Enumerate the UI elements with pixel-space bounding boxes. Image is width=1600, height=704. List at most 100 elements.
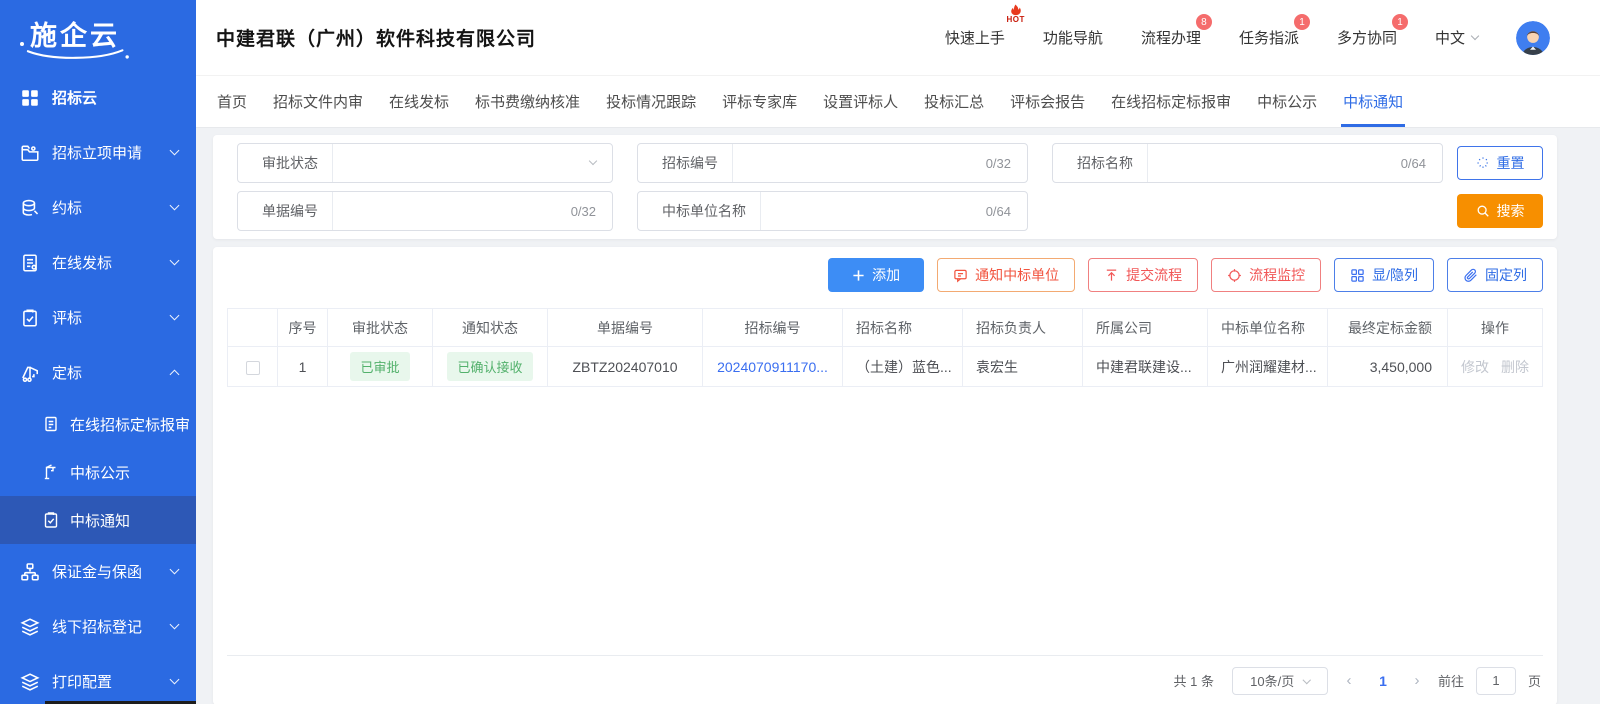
sidebar-item-award-notice[interactable]: 中标通知	[0, 496, 196, 544]
tender-name-input[interactable]: 招标名称 0/64	[1052, 143, 1443, 183]
process-monitor-button[interactable]: 流程监控	[1211, 258, 1322, 292]
tab-bid-summary[interactable]: 投标汇总	[911, 76, 997, 127]
upload-icon	[1106, 269, 1117, 281]
sidebar-item-award-publicity[interactable]: 中标公示	[0, 448, 196, 496]
sidebar-item-print-config[interactable]: 打印配置	[0, 654, 196, 704]
records-table: 序号 审批状态 通知状态 单据编号 招标编号 招标名称 招标负责人 所属公司 中…	[227, 308, 1543, 387]
delete-action[interactable]: 删除	[1501, 359, 1529, 375]
char-counter: 0/32	[570, 203, 596, 219]
chevron-down-icon	[169, 145, 180, 156]
nav-process-handling[interactable]: 8 流程办理	[1141, 14, 1212, 48]
tab-award-notice[interactable]: 中标通知	[1330, 76, 1416, 127]
search-button[interactable]: 搜索	[1457, 194, 1543, 228]
table-empty-space	[227, 387, 1543, 655]
tab-evaluation-report[interactable]: 评标会报告	[997, 76, 1098, 127]
message-icon	[954, 269, 967, 283]
prev-page-button[interactable]: ‹	[1336, 672, 1362, 689]
field-label: 招标名称	[1077, 155, 1133, 171]
add-button[interactable]: 添加	[828, 258, 925, 292]
tab-online-award-review[interactable]: 在线招标定标报审	[1098, 76, 1244, 127]
sidebar-item-evaluation[interactable]: 评标	[0, 290, 196, 345]
sidebar-item-bidding-cloud[interactable]: 招标云	[0, 70, 196, 125]
page-size-select[interactable]: 10条/页	[1231, 666, 1328, 695]
search-icon	[1477, 205, 1489, 217]
hot-flame-icon: HOT	[1007, 4, 1025, 24]
winner-name-input[interactable]: 中标单位名称 0/64	[637, 191, 1028, 231]
clipboard-check-icon	[23, 308, 37, 327]
hoist-icon	[44, 464, 56, 480]
goto-page-input[interactable]	[1475, 666, 1516, 695]
user-avatar[interactable]	[1516, 20, 1550, 55]
award-submenu: 在线招标定标报审 中标公示 中标通知	[0, 400, 196, 544]
cell-tender-name: （土建）蓝色...	[842, 346, 963, 387]
sidebar-item-project-apply[interactable]: 招标立项申请	[0, 125, 196, 180]
col-actions: 操作	[1447, 308, 1543, 347]
fixed-columns-button[interactable]: 固定列	[1447, 258, 1543, 292]
nav-multi-collab[interactable]: 1 多方协同	[1336, 14, 1408, 48]
company-title: 中建君联（广州）软件科技有限公司	[216, 29, 537, 50]
nav-label: 快速上手	[944, 30, 1005, 47]
notify-status-badge: 已确认接收	[447, 352, 533, 381]
table-panel: 添加 通知中标单位 提交流程 流程监控 显/隐列 固定列 序号 审批状态 通知状…	[213, 247, 1557, 704]
app-logo: 施企云	[0, 0, 196, 70]
target-icon	[1228, 268, 1241, 282]
nav-label: 多方协同	[1336, 30, 1397, 47]
chevron-down-icon	[169, 310, 180, 321]
col-owner: 招标负责人	[962, 308, 1083, 347]
cell-seq: 1	[277, 346, 328, 387]
cell-doc-no: ZBTZ202407010	[547, 346, 703, 387]
sidebar-item-label: 中标公示	[70, 464, 131, 482]
nav-feature-guide[interactable]: 功能导航	[1043, 27, 1103, 48]
sidebar-menu: 招标云 招标立项申请 约标 在线发标 评标 定标 在线招标定标报审 中标公示 中…	[0, 70, 196, 704]
sidebar-item-label: 在线发标	[52, 255, 113, 272]
chevron-up-icon	[169, 369, 180, 380]
layers-icon	[20, 617, 40, 636]
field-label: 招标编号	[662, 155, 718, 171]
tab-set-evaluators[interactable]: 设置评标人	[810, 76, 911, 127]
notify-winner-button[interactable]: 通知中标单位	[937, 258, 1076, 292]
nav-quick-start[interactable]: HOT 快速上手	[944, 4, 1024, 48]
hot-label: HOT	[1006, 15, 1025, 24]
sidebar-item-label: 约标	[52, 200, 83, 217]
tender-no-input[interactable]: 招标编号 0/32	[637, 143, 1028, 183]
tab-online-tender[interactable]: 在线发标	[376, 76, 462, 127]
sidebar-item-online-award-review[interactable]: 在线招标定标报审	[0, 400, 196, 448]
chevron-down-icon	[1470, 31, 1480, 40]
notice-clipboard-icon	[44, 512, 58, 528]
show-hide-columns-button[interactable]: 显/隐列	[1334, 258, 1434, 292]
chevron-down-icon	[169, 564, 180, 575]
chevron-down-icon	[169, 674, 180, 685]
tab-fee-approval[interactable]: 标书费缴纳核准	[462, 76, 593, 127]
sidebar-item-award[interactable]: 定标	[0, 345, 196, 400]
cell-owner: 袁宏生	[962, 346, 1083, 387]
sidebar-item-contract-bid[interactable]: 约标	[0, 180, 196, 235]
reset-button[interactable]: 重置	[1457, 146, 1543, 180]
row-checkbox[interactable]	[245, 360, 260, 375]
next-page-button[interactable]: ›	[1404, 672, 1430, 689]
nav-label: 功能导航	[1042, 30, 1103, 47]
char-counter: 0/32	[985, 155, 1011, 171]
col-approval-status: 审批状态	[327, 308, 433, 347]
tab-home[interactable]: 首页	[204, 76, 260, 127]
tab-bid-tracking[interactable]: 投标情况跟踪	[593, 76, 709, 127]
field-label: 中标单位名称	[662, 203, 746, 219]
tab-doc-internal-review[interactable]: 招标文件内审	[260, 76, 376, 127]
sidebar-item-offline-registration[interactable]: 线下招标登记	[0, 599, 196, 654]
tab-expert-pool[interactable]: 评标专家库	[709, 76, 810, 127]
language-selector[interactable]: 中文	[1435, 27, 1480, 48]
goto-label: 前往	[1437, 674, 1464, 689]
logo-swoosh	[26, 49, 129, 59]
tender-no-link[interactable]: 2024070911170...	[717, 359, 828, 375]
nav-task-assign[interactable]: 1 任务指派	[1239, 14, 1310, 48]
doc-no-input[interactable]: 单据编号 0/32	[237, 191, 613, 231]
sparkle-icon	[1476, 157, 1489, 169]
sidebar-item-deposit-guarantee[interactable]: 保证金与保函	[0, 544, 196, 599]
sidebar-item-online-tender[interactable]: 在线发标	[0, 235, 196, 290]
tab-award-publicity[interactable]: 中标公示	[1244, 76, 1330, 127]
current-page[interactable]: 1	[1370, 673, 1396, 689]
sidebar-item-label: 招标立项申请	[52, 145, 143, 162]
col-winner: 中标单位名称	[1207, 308, 1328, 347]
edit-action[interactable]: 修改	[1461, 359, 1489, 375]
submit-process-button[interactable]: 提交流程	[1088, 258, 1199, 292]
approval-status-select[interactable]: 审批状态	[237, 143, 613, 183]
